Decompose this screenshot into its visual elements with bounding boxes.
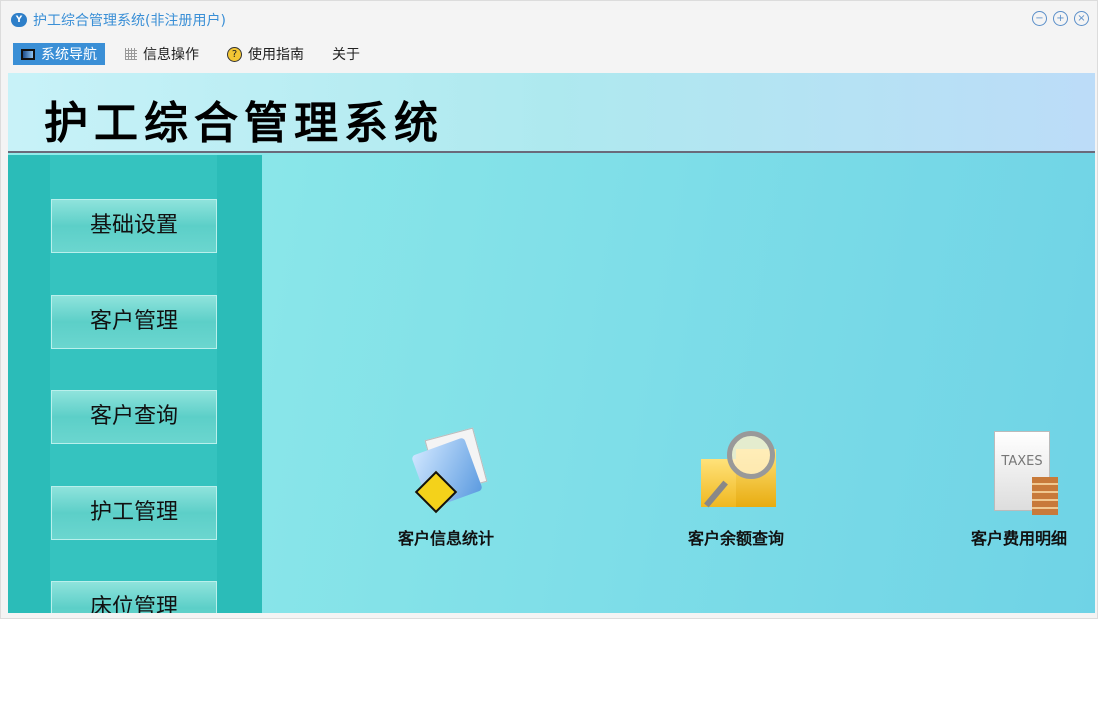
minimize-button[interactable]: − <box>1032 11 1047 26</box>
tile-balance-query[interactable]: 客户余额查询 <box>676 429 796 549</box>
title-bar: Y 护工综合管理系统(非注册用户) <box>11 10 226 30</box>
tile-label: 客户余额查询 <box>687 529 784 548</box>
menu-about[interactable]: 关于 <box>324 43 368 65</box>
menu-info-ops[interactable]: 信息操作 <box>117 43 207 65</box>
tile-label: 客户费用明细 <box>970 529 1067 548</box>
menu-label: 信息操作 <box>143 47 199 63</box>
banner-title: 护工综合管理系统 <box>44 98 444 149</box>
help-icon: ? <box>227 46 242 62</box>
sidebar-customer-management[interactable]: 客户管理 <box>51 295 217 349</box>
app-window: Y 护工综合管理系统(非注册用户) − + × 系统导航 信息操作 ? 使用指南 … <box>0 0 1098 619</box>
banner: 护工综合管理系统 <box>8 73 1095 153</box>
menu-label: 系统导航 <box>41 47 97 63</box>
tile-fee-details[interactable]: TAXES 客户费用明细 <box>959 429 1079 549</box>
sidebar-customer-query[interactable]: 客户查询 <box>51 390 217 444</box>
app-logo-icon: Y <box>11 13 27 27</box>
tile-label: 客户信息统计 <box>397 529 494 548</box>
maximize-button[interactable]: + <box>1053 11 1068 26</box>
menu-system-nav[interactable]: 系统导航 <box>13 43 105 65</box>
window-icon <box>21 48 35 60</box>
sidebar: 基础设置 客户管理 客户查询 护工管理 床位管理 <box>8 155 262 613</box>
taxes-document-icon: TAXES <box>974 429 1064 519</box>
menu-label: 关于 <box>332 47 360 63</box>
sidebar-bed-management[interactable]: 床位管理 <box>51 581 217 613</box>
menu-guide[interactable]: ? 使用指南 <box>219 43 312 65</box>
sidebar-basic-settings[interactable]: 基础设置 <box>51 199 217 253</box>
tile-customer-stats[interactable]: 客户信息统计 <box>386 427 506 549</box>
menu-bar: 系统导航 信息操作 ? 使用指南 关于 <box>13 43 380 65</box>
sidebar-caregiver-management[interactable]: 护工管理 <box>51 486 217 540</box>
grid-icon <box>125 48 137 60</box>
menu-label: 使用指南 <box>248 47 304 63</box>
close-button[interactable]: × <box>1074 11 1089 26</box>
folder-walker-icon <box>401 427 491 519</box>
main-content: 护工综合管理系统 基础设置 客户管理 客户查询 护工管理 床位管理 客户信息统计 <box>8 73 1095 613</box>
window-title: 护工综合管理系统(非注册用户) <box>33 13 226 29</box>
coins-magnifier-icon <box>691 429 781 519</box>
